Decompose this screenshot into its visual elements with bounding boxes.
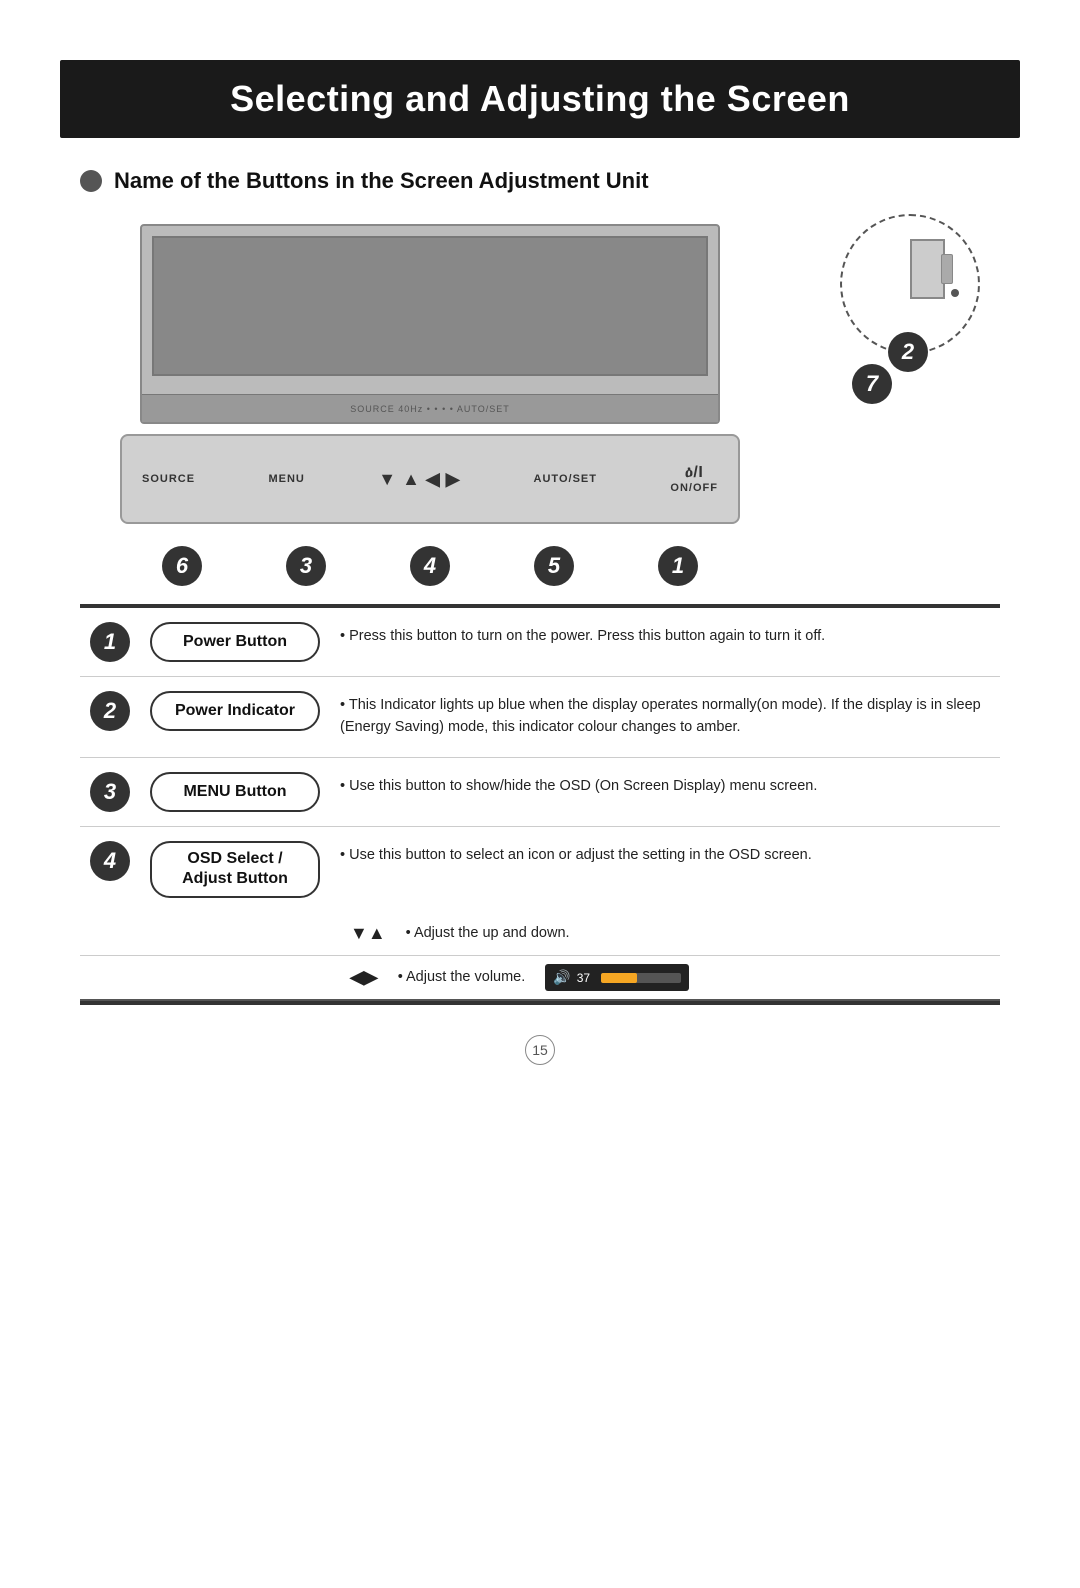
sub-row-updown: ▼▲ • Adjust the up and down.: [80, 912, 1000, 956]
power-indicator-label: Power Indicator: [150, 691, 320, 731]
on-off-symbol: ዕ/I: [685, 464, 703, 482]
updown-text: • Adjust the up and down.: [406, 923, 570, 945]
description-table: 1 Power Button • Press this button to tu…: [80, 608, 1000, 1001]
control-panel: SOURCE MENU ▼ ▲ ◀ ▶ AUTO/SET ዕ/I ON/OFF: [120, 434, 740, 524]
badge-3: 3: [286, 546, 326, 586]
volume-track: [601, 973, 681, 983]
monitor-screen: [152, 236, 708, 376]
desc-row-power-button: 1 Power Button • Press this button to tu…: [80, 608, 1000, 677]
section-dot-icon: [80, 170, 102, 192]
power-indicator-desc: • This Indicator lights up blue when the…: [340, 691, 1000, 743]
osd-button-desc: • Use this button to select an icon or a…: [340, 841, 1000, 875]
volume-text: • Adjust the volume.: [398, 967, 526, 989]
badge-6: 6: [162, 546, 202, 586]
updown-arrows-icon: ▼▲: [350, 920, 386, 947]
callout-inner: [875, 239, 945, 329]
callout-button-side: [941, 254, 953, 284]
callout-dot-small: [951, 289, 959, 297]
monitor-strip-text: SOURCE 40Hz • • • • AUTO/SET: [350, 404, 509, 414]
desc-row-osd-button: 4 OSD Select / Adjust Button • Use this …: [80, 827, 1000, 913]
on-off-text: ON/OFF: [670, 482, 718, 494]
section-title: Name of the Buttons in the Screen Adjust…: [114, 168, 649, 194]
desc-number-4: 4: [90, 841, 130, 881]
sub-row-volume: ◀▶ • Adjust the volume. 🔊 37: [80, 956, 1000, 999]
callout-rectangle: [910, 239, 945, 299]
source-label: SOURCE: [142, 473, 195, 485]
number-badge-2: 2: [888, 332, 928, 372]
badge-4-desc: 4: [90, 841, 130, 881]
volume-bar: 🔊 37: [545, 964, 688, 991]
badge-7: 7: [852, 364, 892, 404]
menu-label-group: MENU: [268, 473, 304, 485]
menu-label: MENU: [268, 473, 304, 485]
panel-number-row: 6 3 4 5 1: [120, 546, 740, 586]
page-title: Selecting and Adjusting the Screen: [60, 60, 1020, 138]
osd-button-label: OSD Select / Adjust Button: [150, 841, 320, 899]
badge-1: 1: [658, 546, 698, 586]
volume-speaker-icon: 🔊: [553, 967, 570, 988]
on-off-group: ዕ/I ON/OFF: [670, 464, 718, 494]
desc-number-2: 2: [90, 691, 130, 731]
badge-5: 5: [534, 546, 574, 586]
power-button-desc: • Press this button to turn on the power…: [340, 622, 1000, 652]
page-number-circle: 15: [525, 1035, 555, 1065]
volume-number: 37: [577, 969, 595, 987]
desc-number-3: 3: [90, 772, 130, 812]
menu-button-label: MENU Button: [150, 772, 320, 812]
auto-set-label: AUTO/SET: [534, 473, 597, 485]
sub-content-volume: ◀▶ • Adjust the volume. 🔊 37: [350, 964, 1000, 991]
sub-content-updown: ▼▲ • Adjust the up and down.: [350, 920, 1000, 947]
number-badge-7: 7: [852, 364, 892, 404]
volume-fill: [601, 973, 637, 983]
desc-number-1: 1: [90, 622, 130, 662]
osd-use-text: • Use this button to select an icon or a…: [340, 845, 1000, 867]
bottom-divider: [80, 1001, 1000, 1005]
arrows-icon: ▼ ▲ ◀ ▶: [378, 469, 460, 490]
desc-row-power-indicator: 2 Power Indicator • This Indicator light…: [80, 677, 1000, 758]
monitor-diagram: SOURCE 40Hz • • • • AUTO/SET 2 7 SOURCE …: [80, 214, 1000, 534]
power-button-label: Power Button: [150, 622, 320, 662]
badge-4: 4: [410, 546, 450, 586]
badge-2: 2: [888, 332, 928, 372]
desc-row-menu-button: 3 MENU Button • Use this button to show/…: [80, 758, 1000, 827]
volume-arrows-icon: ◀▶: [350, 964, 378, 991]
auto-set-label-group: AUTO/SET: [534, 473, 597, 485]
on-off-label: ዕ/I ON/OFF: [670, 464, 718, 494]
badge-1-desc: 1: [90, 622, 130, 662]
badge-2-desc: 2: [90, 691, 130, 731]
section-header: Name of the Buttons in the Screen Adjust…: [80, 168, 1000, 194]
monitor-base-strip: SOURCE 40Hz • • • • AUTO/SET: [142, 394, 718, 422]
page-number-area: 15: [0, 1035, 1080, 1065]
menu-button-desc: • Use this button to show/hide the OSD (…: [340, 772, 1000, 802]
badge-3-desc: 3: [90, 772, 130, 812]
control-labels: SOURCE MENU ▼ ▲ ◀ ▶ AUTO/SET ዕ/I ON/OFF: [142, 464, 718, 494]
arrows-group: ▼ ▲ ◀ ▶: [378, 469, 460, 490]
source-label-group: SOURCE: [142, 473, 195, 485]
monitor-body: SOURCE 40Hz • • • • AUTO/SET: [140, 224, 720, 424]
